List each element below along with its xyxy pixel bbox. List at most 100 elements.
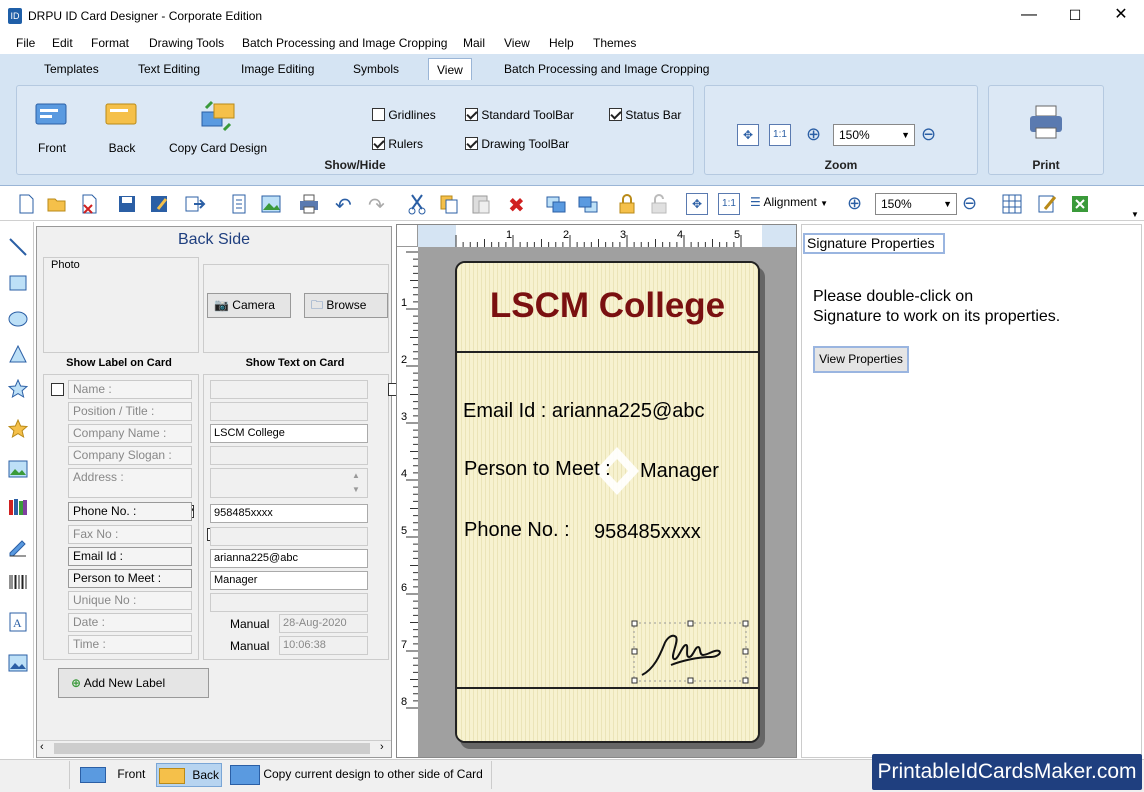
undo-icon[interactable]: ↶	[335, 193, 357, 217]
triangle-tool-icon[interactable]	[8, 344, 28, 364]
field-label[interactable]: Phone No. :	[68, 502, 192, 521]
print-button[interactable]	[1028, 104, 1064, 143]
field-label[interactable]: Email Id :	[68, 547, 192, 566]
grid-icon[interactable]	[1001, 193, 1023, 215]
rulers-checkbox[interactable]	[372, 137, 385, 150]
tab-text-editing[interactable]: Text Editing	[138, 62, 200, 76]
status-bar-checkbox[interactable]	[609, 108, 622, 121]
save-as-icon[interactable]	[148, 193, 170, 215]
ellipse-tool-icon[interactable]	[8, 309, 28, 329]
copy-card-design-button[interactable]: Copy Card Design	[168, 100, 268, 158]
zoom-toolbar-select[interactable]: 150% ▼	[875, 193, 957, 215]
close-file-icon[interactable]	[78, 193, 100, 215]
status-back-button[interactable]: Back	[156, 763, 222, 787]
field-label[interactable]: Date :	[68, 613, 192, 632]
add-new-label-button[interactable]: ⊕ Add New Label	[58, 668, 209, 698]
fit-window-toolbar-icon[interactable]: ✥	[686, 193, 708, 215]
field-label[interactable]: Unique No :	[68, 591, 192, 610]
picture-tool-icon[interactable]	[8, 459, 28, 479]
zoom-select[interactable]: 150% ▼	[833, 124, 915, 146]
scroll-left-icon[interactable]: ‹	[40, 741, 44, 753]
gridlines-checkbox[interactable]	[372, 108, 385, 121]
open-icon[interactable]	[46, 193, 68, 215]
front-button[interactable]: Front	[28, 100, 76, 158]
excel-icon[interactable]	[1069, 193, 1091, 215]
library-tool-icon[interactable]	[8, 497, 28, 517]
tab-batch-processing[interactable]: Batch Processing and Image Cropping	[504, 62, 709, 76]
zoom-in-toolbar-icon[interactable]: ⊕	[847, 193, 862, 214]
text-tool-icon[interactable]: A	[8, 612, 28, 632]
maximize-button[interactable]: ☐	[1052, 0, 1098, 32]
print-toolbar-icon[interactable]	[298, 193, 320, 215]
field-input[interactable]: arianna225@abc	[210, 549, 368, 568]
actual-size-toolbar-icon[interactable]: 1:1	[718, 193, 740, 215]
menu-batch-processing[interactable]: Batch Processing and Image Cropping	[242, 36, 447, 50]
tab-view[interactable]: View	[428, 58, 472, 80]
drawing-toolbar-checkbox[interactable]	[465, 137, 478, 150]
status-bar-toggle[interactable]: Status Bar	[609, 108, 681, 124]
alignment-dropdown[interactable]: ☰ Alignment ▼	[750, 195, 828, 209]
zoom-out-icon[interactable]: ⊖	[921, 124, 936, 145]
field-input[interactable]	[210, 446, 368, 465]
card-phone-label[interactable]: Phone No. :	[464, 519, 570, 542]
tab-symbols[interactable]: Symbols	[353, 62, 399, 76]
menu-themes[interactable]: Themes	[593, 36, 636, 50]
camera-button[interactable]: 📷 Camera	[207, 293, 291, 318]
field-label[interactable]: Company Slogan :	[68, 446, 192, 465]
edit-data-icon[interactable]	[1037, 193, 1059, 215]
field-input[interactable]: LSCM College	[210, 424, 368, 443]
menu-view[interactable]: View	[504, 36, 530, 50]
zoom-in-icon[interactable]: ⊕	[806, 124, 821, 145]
background-image-icon[interactable]	[8, 653, 28, 673]
standard-toolbar-checkbox[interactable]	[465, 108, 478, 121]
menu-drawing-tools[interactable]: Drawing Tools	[149, 36, 224, 50]
card-person-value[interactable]: Manager	[640, 460, 719, 483]
field-input[interactable]	[210, 527, 368, 546]
back-button[interactable]: Back	[98, 100, 146, 158]
save-icon[interactable]	[116, 193, 138, 215]
send-back-icon[interactable]	[577, 193, 599, 215]
properties-icon[interactable]	[228, 193, 250, 215]
close-button[interactable]: ✕	[1098, 0, 1144, 32]
field-input[interactable]: 10:06:38	[279, 636, 368, 655]
field-label[interactable]: Position / Title :	[68, 402, 192, 421]
field-input[interactable]	[210, 468, 368, 498]
toolbar-overflow-icon[interactable]: ▼	[1131, 210, 1139, 219]
browse-button[interactable]: 🗀 Browse	[304, 293, 388, 318]
menu-edit[interactable]: Edit	[52, 36, 73, 50]
symbol-tool-icon[interactable]	[7, 418, 29, 439]
scroll-thumb[interactable]	[54, 743, 370, 754]
field-label[interactable]: Fax No :	[68, 525, 192, 544]
unlock-icon[interactable]	[648, 193, 670, 215]
field-label[interactable]: Time :	[68, 635, 192, 654]
bring-front-icon[interactable]	[545, 193, 567, 215]
paste-icon[interactable]	[470, 193, 492, 215]
field-label[interactable]: Company Name :	[68, 424, 192, 443]
field-input[interactable]: 28-Aug-2020	[279, 614, 368, 633]
zoom-out-toolbar-icon[interactable]: ⊖	[962, 193, 977, 214]
signature-tool-icon[interactable]	[8, 537, 28, 557]
field-label[interactable]: Name :	[68, 380, 192, 399]
actual-size-icon[interactable]: 1:1	[769, 124, 791, 146]
address-spin-icon[interactable]: ▼	[352, 483, 360, 496]
barcode-tool-icon[interactable]	[8, 572, 28, 592]
menu-help[interactable]: Help	[549, 36, 574, 50]
field-input[interactable]: Manager	[210, 571, 368, 590]
status-copy-button[interactable]: Copy current design to other side of Car…	[230, 763, 483, 787]
standard-toolbar-toggle[interactable]: Standard ToolBar	[465, 108, 574, 124]
card-email[interactable]: Email Id : arianna225@abc	[463, 400, 705, 423]
status-front-button[interactable]: Front	[78, 763, 152, 787]
drawing-toolbar-toggle[interactable]: Drawing ToolBar	[465, 137, 569, 153]
address-spin-icon[interactable]: ▲	[352, 469, 360, 482]
signature-image[interactable]	[630, 619, 752, 687]
field-input[interactable]	[210, 593, 368, 612]
field-label[interactable]: Person to Meet :	[68, 569, 192, 588]
new-icon[interactable]	[15, 193, 37, 215]
card-college-name[interactable]: LSCM College	[455, 286, 760, 326]
field-input[interactable]	[210, 380, 368, 399]
card-phone-value[interactable]: 958485xxxx	[594, 521, 701, 544]
rectangle-tool-icon[interactable]	[8, 273, 28, 293]
card-person-label[interactable]: Person to Meet :	[464, 458, 611, 481]
tab-image-editing[interactable]: Image Editing	[241, 62, 314, 76]
menu-mail[interactable]: Mail	[463, 36, 485, 50]
